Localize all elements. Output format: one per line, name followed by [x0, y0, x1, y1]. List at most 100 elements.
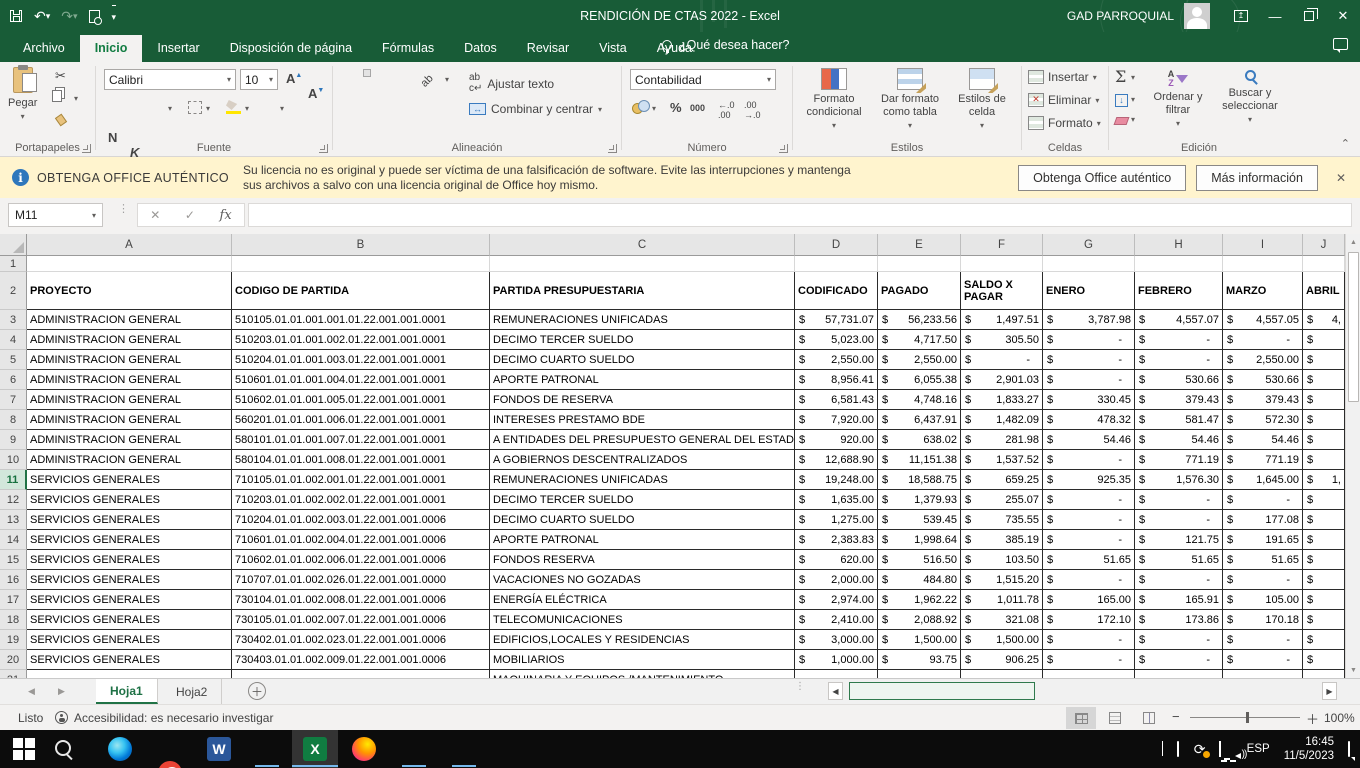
cell-I2[interactable]: MARZO [1223, 272, 1303, 310]
cell-J11[interactable]: $1, [1303, 470, 1345, 490]
cell-B9[interactable]: 580101.01.01.001.007.01.22.001.001.0001 [232, 430, 490, 450]
cell-G9[interactable]: $54.46 [1043, 430, 1135, 450]
cell-B13[interactable]: 710204.01.01.002.003.01.22.001.001.0006 [232, 510, 490, 530]
accessibility-icon[interactable] [55, 710, 68, 724]
cell-E15[interactable]: $516.50 [878, 550, 961, 570]
tray-device-icon[interactable] [1177, 742, 1179, 756]
cell-G12[interactable]: $- [1043, 490, 1135, 510]
cell-D17[interactable]: $2,974.00 [795, 590, 878, 610]
cell-F7[interactable]: $1,833.27 [961, 390, 1043, 410]
cell-A3[interactable]: ADMINISTRACION GENERAL [27, 310, 232, 330]
sheet-tab-hoja1[interactable]: Hoja1 [96, 679, 158, 704]
cell-J8[interactable]: $ [1303, 410, 1345, 430]
cell-C7[interactable]: FONDOS DE RESERVA [490, 390, 795, 410]
vertical-scroll-thumb[interactable] [1348, 252, 1359, 402]
cell-B12[interactable]: 710203.01.01.002.002.01.22.001.001.0001 [232, 490, 490, 510]
cell-A13[interactable]: SERVICIOS GENERALES [27, 510, 232, 530]
cell-D20[interactable]: $1,000.00 [795, 650, 878, 670]
autosum-icon[interactable]: Σ▾ [1115, 67, 1126, 86]
increase-indent-icon[interactable] [441, 97, 449, 105]
firefox-icon[interactable] [352, 737, 376, 761]
cell-J7[interactable]: $ [1303, 390, 1345, 410]
cell-F4[interactable]: $305.50 [961, 330, 1043, 350]
column-header-H[interactable]: H [1135, 234, 1223, 256]
cell-H10[interactable]: $771.19 [1135, 450, 1223, 470]
cell-I1[interactable] [1223, 256, 1303, 272]
edge-icon[interactable] [108, 737, 132, 761]
cell-B1[interactable] [232, 256, 490, 272]
cell-E14[interactable]: $1,998.64 [878, 530, 961, 550]
cell-F14[interactable]: $385.19 [961, 530, 1043, 550]
cell-J18[interactable]: $ [1303, 610, 1345, 630]
cell-D19[interactable]: $3,000.00 [795, 630, 878, 650]
cell-E21[interactable] [878, 670, 961, 678]
cell-H21[interactable] [1135, 670, 1223, 678]
cell-A6[interactable]: ADMINISTRACION GENERAL [27, 370, 232, 390]
column-header-C[interactable]: C [490, 234, 795, 256]
cell-D18[interactable]: $2,410.00 [795, 610, 878, 630]
cell-F15[interactable]: $103.50 [961, 550, 1043, 570]
ribbon-display-options-icon[interactable]: ↥ [1224, 0, 1258, 32]
cell-H19[interactable]: $- [1135, 630, 1223, 650]
cell-J2[interactable]: ABRIL [1303, 272, 1345, 310]
cell-I17[interactable]: $105.00 [1223, 590, 1303, 610]
conditional-formatting-button[interactable]: Formato condicional▾ [799, 68, 869, 132]
select-all-corner[interactable] [0, 234, 27, 256]
cell-H12[interactable]: $- [1135, 490, 1223, 510]
cell-B6[interactable]: 510601.01.01.001.004.01.22.001.001.0001 [232, 370, 490, 390]
row-header-10[interactable]: 10 [0, 450, 27, 470]
column-header-J[interactable]: J [1303, 234, 1345, 256]
cell-F21[interactable] [961, 670, 1043, 678]
cell-I8[interactable]: $572.30 [1223, 410, 1303, 430]
cell-H8[interactable]: $581.47 [1135, 410, 1223, 430]
cell-G7[interactable]: $330.45 [1043, 390, 1135, 410]
cell-B5[interactable]: 510204.01.01.001.003.01.22.001.001.0001 [232, 350, 490, 370]
cell-G6[interactable]: $- [1043, 370, 1135, 390]
font-color-dropdown-icon[interactable]: ▾ [280, 104, 284, 113]
cell-B11[interactable]: 710105.01.01.002.001.01.22.001.001.0001 [232, 470, 490, 490]
close-icon[interactable]: ✕ [1326, 0, 1360, 32]
cell-H1[interactable] [1135, 256, 1223, 272]
find-select-button[interactable]: Buscar y seleccionar▾ [1215, 70, 1285, 126]
align-center-icon[interactable] [363, 97, 371, 105]
cell-C21[interactable]: MAQUINARIA Y EQUIPOS /MANTENIMIENTO [490, 670, 795, 678]
cell-G3[interactable]: $3,787.98 [1043, 310, 1135, 330]
minimize-icon[interactable]: — [1258, 0, 1292, 32]
cell-B18[interactable]: 730105.01.01.002.007.01.22.001.001.0006 [232, 610, 490, 630]
cell-F17[interactable]: $1,011.78 [961, 590, 1043, 610]
cell-I15[interactable]: $51.65 [1223, 550, 1303, 570]
format-painter-icon[interactable] [52, 112, 69, 128]
align-right-icon[interactable] [387, 97, 395, 105]
cell-A10[interactable]: ADMINISTRACION GENERAL [27, 450, 232, 470]
cell-E19[interactable]: $1,500.00 [878, 630, 961, 650]
row-header-3[interactable]: 3 [0, 310, 27, 330]
row-header-13[interactable]: 13 [0, 510, 27, 530]
cell-E13[interactable]: $539.45 [878, 510, 961, 530]
cell-I19[interactable]: $- [1223, 630, 1303, 650]
ribbon-tab-vista[interactable]: Vista [584, 35, 642, 62]
cell-I10[interactable]: $771.19 [1223, 450, 1303, 470]
column-header-D[interactable]: D [795, 234, 878, 256]
fill-color-icon[interactable] [226, 100, 241, 114]
zoom-slider[interactable] [1190, 717, 1300, 718]
align-left-icon[interactable] [339, 97, 347, 105]
cell-J14[interactable]: $ [1303, 530, 1345, 550]
cell-A4[interactable]: ADMINISTRACION GENERAL [27, 330, 232, 350]
row-header-18[interactable]: 18 [0, 610, 27, 630]
page-break-view-icon[interactable] [1134, 707, 1164, 729]
cell-J13[interactable]: $ [1303, 510, 1345, 530]
cell-I18[interactable]: $170.18 [1223, 610, 1303, 630]
cell-C20[interactable]: MOBILIARIOS [490, 650, 795, 670]
chrome-icon[interactable] [158, 761, 182, 768]
cell-J9[interactable]: $ [1303, 430, 1345, 450]
cell-H4[interactable]: $- [1135, 330, 1223, 350]
cell-G20[interactable]: $- [1043, 650, 1135, 670]
cell-C16[interactable]: VACACIONES NO GOZADAS [490, 570, 795, 590]
cell-E3[interactable]: $56,233.56 [878, 310, 961, 330]
row-header-6[interactable]: 6 [0, 370, 27, 390]
font-name-select[interactable]: Calibri▾ [104, 69, 236, 90]
cell-J10[interactable]: $ [1303, 450, 1345, 470]
sort-filter-button[interactable]: AZ Ordenar y filtrar▾ [1145, 70, 1211, 130]
language-indicator[interactable]: ESP [1247, 743, 1270, 755]
cell-B8[interactable]: 560201.01.01.001.006.01.22.001.001.0001 [232, 410, 490, 430]
